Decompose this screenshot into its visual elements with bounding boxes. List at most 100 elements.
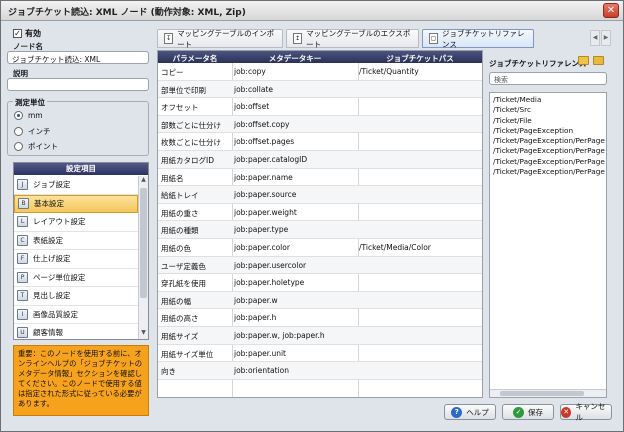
settings-item-label: ジョブ設定	[33, 180, 71, 190]
table-cell: 用紙の高さ	[161, 314, 199, 324]
settings-list: J ジョブ設定 B 基本設定 L レイアウト設定 C 表紙設定 F 仕上げ設定 P ページ単位設定 T 見…	[14, 176, 138, 343]
tabs-scroll-left-icon[interactable]: ◀	[590, 30, 600, 46]
radio-icon[interactable]	[14, 111, 23, 120]
table-row[interactable]: オフセット job:offset	[158, 98, 482, 116]
table-row[interactable]: 給紙トレイ job:paper.source	[158, 186, 482, 204]
table-row[interactable]: 用紙の高さ job:paper.h	[158, 309, 482, 327]
settings-item[interactable]: P ページ単位設定	[14, 269, 138, 287]
scroll-up-icon[interactable]: ▲	[139, 176, 148, 186]
units-radio-inch[interactable]: インチ	[14, 126, 51, 137]
toolbar-tabs: ↧ マッピングテーブルのインポート ↥ マッピングテーブルのエクスポート ▢ ジ…	[157, 28, 611, 49]
settings-item-label: 画像品質設定	[33, 309, 78, 319]
settings-item-label: ページ単位設定	[33, 272, 86, 282]
units-radio-mm[interactable]: mm	[14, 111, 43, 120]
settings-item[interactable]: J ジョブ設定	[14, 176, 138, 195]
table-row[interactable]: 用紙の種類 job:paper.type	[158, 221, 482, 239]
table-row[interactable]: 用紙カタログID job:paper.catalogID	[158, 150, 482, 169]
description-field[interactable]	[7, 78, 149, 91]
table-cell[interactable]: /Ticket/Media/Color	[359, 243, 431, 252]
scroll-down-icon[interactable]: ▼	[139, 329, 148, 339]
reference-item[interactable]: /Ticket/PageException	[490, 126, 606, 136]
settings-item[interactable]: T 見出し設定	[14, 287, 138, 306]
table-cell: job:offset.copy	[234, 119, 290, 129]
tabs-scroll-right-icon[interactable]: ▶	[601, 30, 611, 46]
table-row[interactable]: ユーザ定義色 job:paper.usercolor	[158, 256, 482, 275]
layout-icon: L	[17, 216, 28, 228]
reference-item[interactable]: /Ticket/PageException/PerPage	[490, 136, 606, 146]
scroll-thumb[interactable]	[140, 188, 147, 298]
table-row[interactable]: 用紙の重さ job:paper.weight	[158, 204, 482, 222]
scroll-thumb[interactable]	[500, 391, 584, 396]
enabled-checkbox-row[interactable]: ✓ 有効	[13, 28, 41, 39]
cancel-button[interactable]: ✕ キャンセル	[560, 402, 612, 422]
radio-icon[interactable]	[14, 142, 23, 151]
reference-item[interactable]: /Ticket/Src	[490, 105, 606, 115]
table-cell: 用紙の重さ	[161, 208, 199, 218]
table-row[interactable]: 用紙の幅 job:paper.w	[158, 291, 482, 310]
reference-search-input[interactable]: 検索	[489, 72, 607, 85]
table-cell: ユーザ定義色	[161, 261, 206, 271]
export-icon: ↥	[293, 33, 303, 44]
settings-item[interactable]: F 仕上げ設定	[14, 250, 138, 269]
settings-item[interactable]: U 顧客情報	[14, 324, 138, 343]
table-cell: 用紙の幅	[161, 296, 191, 306]
table-cell[interactable]: /Ticket/Quantity	[359, 67, 419, 76]
page-exception-icon: P	[17, 271, 28, 283]
close-button[interactable]: ✕	[603, 3, 619, 18]
node-name-field[interactable]: ジョブチケット読込: XML	[7, 51, 149, 64]
table-row[interactable]: 穿孔紙を使用 job:paper.holetype	[158, 274, 482, 292]
open-folder-icon[interactable]	[578, 56, 589, 65]
settings-list-panel: 設定項目 J ジョブ設定 B 基本設定 L レイアウト設定 C 表紙設定 F 仕上げ設定 P ページ単…	[13, 162, 149, 343]
table-row[interactable]: 部単位で印刷 job:collate	[158, 80, 482, 99]
reference-panel: ジョブチケットリファレンス 検索 /Ticket/Media/Ticket/Sr…	[486, 50, 608, 398]
table-cell: job:paper.catalogID	[234, 154, 308, 164]
reference-item[interactable]: /Ticket/PageException/PerPage	[490, 167, 606, 177]
tab-import-mapping[interactable]: ↧ マッピングテーブルのインポート	[157, 28, 283, 49]
table-cell: 用紙サイズ	[161, 331, 199, 341]
window-title: ジョブチケット読込: XML ノード (動作対象: XML, Zip)	[8, 8, 246, 18]
table-row[interactable]: 用紙サイズ job:paper.w, job:paper.h	[158, 326, 482, 345]
title-bar: ジョブチケット読込: XML ノード (動作対象: XML, Zip) ✕	[1, 1, 623, 21]
radio-icon[interactable]	[14, 127, 23, 136]
table-row[interactable]: 枚数ごとに仕分け job:offset.pages	[158, 133, 482, 151]
save-button[interactable]: ✓ 保存	[502, 404, 554, 420]
refresh-folder-icon[interactable]	[593, 56, 604, 65]
enabled-label: 有効	[25, 29, 41, 38]
settings-item[interactable]: L レイアウト設定	[14, 213, 138, 232]
checkmark-icon: ✓	[513, 406, 524, 418]
settings-item[interactable]: I 画像品質設定	[14, 306, 138, 324]
table-row[interactable]: 向き job:orientation	[158, 362, 482, 380]
tab-export-mapping[interactable]: ↥ マッピングテーブルのエクスポート	[286, 29, 419, 49]
table-cell: 向き	[161, 367, 176, 377]
settings-scrollbar[interactable]: ▲ ▼	[138, 176, 148, 339]
table-row[interactable]: 用紙名 job:paper.name	[158, 169, 482, 187]
reference-hscrollbar[interactable]	[490, 389, 606, 397]
reference-item[interactable]: /Ticket/Media	[490, 95, 606, 105]
table-cell: 用紙の種類	[161, 226, 199, 236]
tab-jobticket-reference[interactable]: ▢ ジョブチケットリファレンス	[422, 28, 534, 49]
help-button-label: ヘルプ	[466, 407, 489, 417]
reference-item[interactable]: /Ticket/PageException/PerPage	[490, 157, 606, 167]
units-label: 測定単位	[13, 97, 47, 108]
table-cell: 用紙サイズ単位	[161, 349, 214, 359]
table-row[interactable]: 部数ごとに仕分け job:offset.copy	[158, 115, 482, 134]
units-radio-point[interactable]: ポイント	[14, 141, 58, 152]
settings-item-label: 仕上げ設定	[33, 254, 71, 264]
table-row[interactable]: 用紙サイズ単位 job:paper.unit	[158, 345, 482, 363]
table-row[interactable]: 用紙の色 job:paper.color/Ticket/Media/Color	[158, 239, 482, 257]
reference-toolbar	[578, 56, 604, 65]
enabled-checkbox[interactable]: ✓	[13, 29, 22, 38]
table-cell: 部単位で印刷	[161, 85, 206, 95]
table-cell: job:paper.unit	[234, 348, 287, 358]
help-button[interactable]: ? ヘルプ	[444, 404, 496, 420]
settings-item[interactable]: C 表紙設定	[14, 232, 138, 250]
tab-label: ジョブチケットリファレンス	[441, 28, 525, 49]
job-icon: J	[17, 179, 28, 191]
reference-item[interactable]: /Ticket/PageException/PerPage	[490, 146, 606, 156]
reference-item[interactable]: /Ticket/File	[490, 116, 606, 126]
table-cell: job:paper.source	[234, 190, 297, 200]
table-row[interactable]: コピー job:copy/Ticket/Quantity	[158, 63, 482, 81]
tab-label: マッピングテーブルのインポート	[177, 28, 275, 49]
settings-item[interactable]: B 基本設定	[14, 194, 138, 213]
warning-note: 重要：このノードを使用する前に、オンラインヘルプの「ジョブチケットのメタデータ情…	[13, 345, 149, 416]
